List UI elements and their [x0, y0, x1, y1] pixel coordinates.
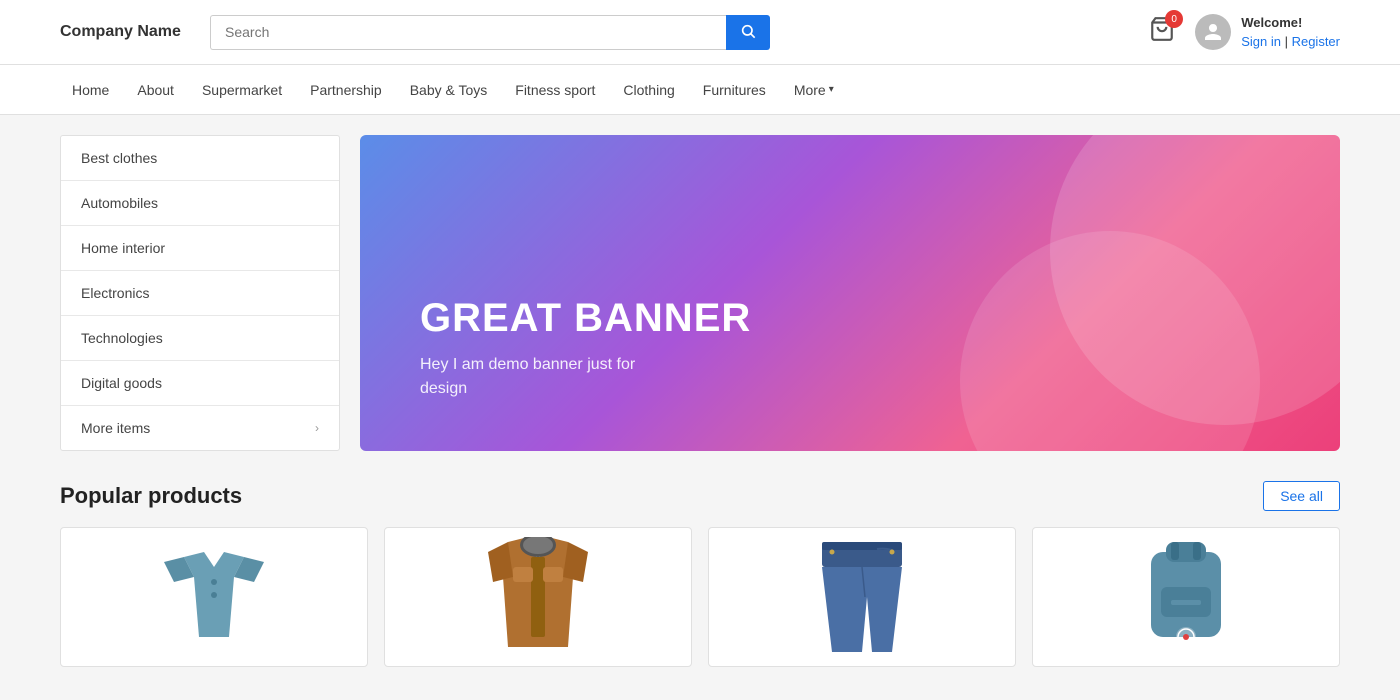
sidebar-item-technologies[interactable]: Technologies — [61, 316, 339, 361]
cart-badge: 0 — [1165, 10, 1183, 28]
sidebar-item-label: Digital goods — [81, 375, 162, 391]
nav-item-about[interactable]: About — [125, 65, 186, 114]
hero-banner: GREAT BANNER Hey I am demo banner just f… — [360, 135, 1340, 451]
section-title: Popular products — [60, 483, 242, 509]
banner-title: GREAT BANNER — [420, 296, 751, 341]
hero-section: Best clothes Automobiles Home interior E… — [60, 135, 1340, 451]
sidebar-item-label: Automobiles — [81, 195, 158, 211]
sidebar-item-automobiles[interactable]: Automobiles — [61, 181, 339, 226]
products-grid — [60, 527, 1340, 667]
product-card-3[interactable] — [708, 527, 1016, 667]
header: Company Name 0 — [0, 0, 1400, 65]
nav-item-home[interactable]: Home — [60, 65, 121, 114]
header-right: 0 Welcome! Sign in | Register — [1149, 13, 1340, 52]
product-card-2[interactable] — [384, 527, 692, 667]
nav-item-more[interactable]: More ▾ — [782, 65, 846, 114]
cart-button[interactable]: 0 — [1149, 16, 1175, 48]
chevron-right-icon: › — [315, 421, 319, 435]
search-input[interactable] — [210, 15, 726, 50]
banner-subtitle: Hey I am demo banner just for design — [420, 353, 680, 401]
nav-item-furnitures[interactable]: Furnitures — [691, 65, 778, 114]
auth-links: Sign in | Register — [1241, 32, 1340, 52]
chevron-down-icon: ▾ — [829, 84, 834, 95]
sidebar-item-digital-goods[interactable]: Digital goods — [61, 361, 339, 406]
sidebar-item-label: More items — [81, 420, 150, 436]
product-card-1[interactable] — [60, 527, 368, 667]
product-image-jacket — [401, 544, 675, 650]
nav-item-baby-toys[interactable]: Baby & Toys — [398, 65, 500, 114]
sidebar-item-home-interior[interactable]: Home interior — [61, 226, 339, 271]
logo: Company Name — [60, 23, 190, 41]
nav-item-supermarket[interactable]: Supermarket — [190, 65, 294, 114]
product-card-4[interactable] — [1032, 527, 1340, 667]
product-image-shirt — [77, 544, 351, 650]
main-nav: Home About Supermarket Partnership Baby … — [0, 65, 1400, 115]
sidebar-item-more-items[interactable]: More items › — [61, 406, 339, 450]
sidebar-item-best-clothes[interactable]: Best clothes — [61, 136, 339, 181]
user-section: Welcome! Sign in | Register — [1195, 13, 1340, 52]
register-link[interactable]: Register — [1292, 34, 1340, 49]
avatar — [1195, 14, 1231, 50]
welcome-text: Welcome! — [1241, 13, 1340, 33]
popular-products-section: Popular products See all — [60, 481, 1340, 667]
search-button[interactable] — [726, 15, 770, 50]
see-all-button[interactable]: See all — [1263, 481, 1340, 511]
banner-text: GREAT BANNER Hey I am demo banner just f… — [420, 296, 751, 401]
section-header: Popular products See all — [60, 481, 1340, 511]
user-text: Welcome! Sign in | Register — [1241, 13, 1340, 52]
nav-item-fitness[interactable]: Fitness sport — [503, 65, 607, 114]
category-sidebar: Best clothes Automobiles Home interior E… — [60, 135, 340, 451]
sidebar-item-label: Technologies — [81, 330, 163, 346]
sign-in-link[interactable]: Sign in — [1241, 34, 1281, 49]
sidebar-item-label: Best clothes — [81, 150, 157, 166]
sidebar-item-label: Electronics — [81, 285, 149, 301]
product-image-jeans — [725, 544, 999, 650]
search-bar — [210, 15, 770, 50]
nav-item-partnership[interactable]: Partnership — [298, 65, 394, 114]
main-content: Best clothes Automobiles Home interior E… — [0, 115, 1400, 687]
sidebar-item-label: Home interior — [81, 240, 165, 256]
product-image-backpack — [1049, 544, 1323, 650]
sidebar-item-electronics[interactable]: Electronics — [61, 271, 339, 316]
nav-item-clothing[interactable]: Clothing — [611, 65, 686, 114]
